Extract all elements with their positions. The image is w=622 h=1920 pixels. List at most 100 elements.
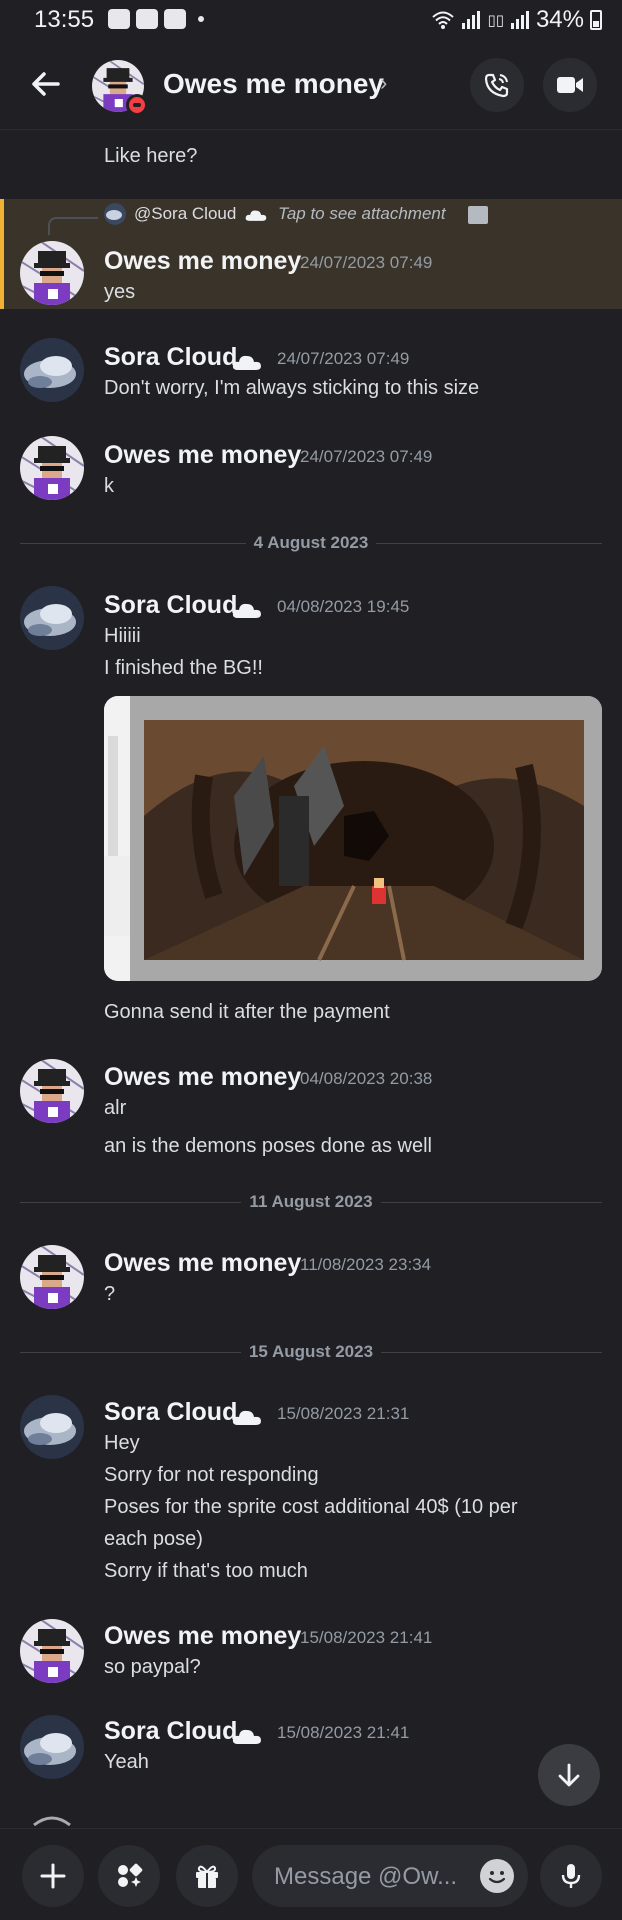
- status-right: ▯▯ 34%: [431, 6, 602, 34]
- user-avatar-icon: [20, 1715, 84, 1779]
- message-timestamp: 04/08/2023 20:38: [300, 1069, 433, 1088]
- user-avatar-icon: [20, 241, 84, 305]
- message-timestamp: 15/08/2023 21:31: [277, 1404, 410, 1423]
- gallery-icon: [108, 9, 130, 29]
- message-text: yes: [104, 281, 136, 303]
- cloud-icon: [232, 1729, 261, 1744]
- plus-icon: [40, 1863, 66, 1889]
- phone-call-icon: [484, 73, 509, 98]
- message-text: alr: [104, 1097, 127, 1119]
- gift-button[interactable]: [176, 1845, 238, 1907]
- reply-author[interactable]: @Sora Cloud: [134, 204, 236, 224]
- message-author[interactable]: Sora Cloud: [104, 1398, 237, 1427]
- message-author[interactable]: Owes me money: [104, 1622, 301, 1651]
- date-divider-label: 11 August 2023: [241, 1192, 381, 1211]
- youtube-icon: [164, 9, 186, 29]
- message-timestamp: 24/07/2023 07:49: [300, 253, 433, 272]
- message-text: I finished the BG!!: [104, 657, 263, 679]
- avatar[interactable]: [20, 1715, 84, 1779]
- apps-button[interactable]: [98, 1845, 160, 1907]
- avatar[interactable]: [20, 338, 84, 402]
- message-timestamp: 11/08/2023 23:34: [300, 1255, 432, 1274]
- message-text: Sorry for not responding: [104, 1464, 319, 1486]
- reply-avatar: [104, 203, 126, 225]
- message-text: Sorry if that's too much: [104, 1560, 308, 1582]
- message-list[interactable]: Like here? @Sora Cloud Tap to see attach…: [0, 131, 622, 1828]
- youtube-icon: [136, 9, 158, 29]
- message-timestamp: 24/07/2023 07:49: [300, 447, 433, 466]
- reply-preview[interactable]: Tap to see attachment: [278, 204, 446, 224]
- image-preview: [104, 696, 602, 981]
- signal-icon: [510, 11, 529, 29]
- user-avatar-icon: [20, 1395, 84, 1459]
- apps-icon: [118, 1863, 143, 1887]
- cloud-icon: [232, 603, 261, 618]
- message-text: k: [104, 475, 114, 497]
- user-avatar-icon: [20, 1059, 84, 1123]
- notification-icons: [108, 9, 204, 29]
- message-author[interactable]: Sora Cloud: [104, 1717, 237, 1746]
- voice-message-button[interactable]: [540, 1845, 602, 1907]
- avatar[interactable]: [20, 436, 84, 500]
- add-button[interactable]: [22, 1845, 84, 1907]
- date-divider-label: 15 August 2023: [240, 1342, 382, 1361]
- cloud-icon: [245, 210, 267, 221]
- message-text: Poses for the sprite cost additional 40$…: [104, 1496, 518, 1518]
- video-camera-icon: [557, 77, 583, 93]
- message-input[interactable]: Message @Ow...: [252, 1845, 528, 1907]
- message-text: ?: [104, 1283, 116, 1305]
- avatar[interactable]: [20, 586, 84, 650]
- message-input-placeholder: Message @Ow...: [274, 1863, 458, 1890]
- message-text: Hiiiii: [104, 625, 141, 647]
- arrow-down-icon: [558, 1763, 580, 1787]
- chat-header: Owes me money ›: [0, 40, 622, 130]
- microphone-icon: [561, 1864, 581, 1888]
- message-author[interactable]: Sora Cloud: [104, 343, 237, 372]
- message-text: an is the demons poses done as well: [104, 1135, 432, 1157]
- jump-to-latest-button[interactable]: [538, 1744, 600, 1806]
- avatar[interactable]: [20, 1059, 84, 1123]
- battery-percent: 34%: [535, 6, 584, 33]
- message-timestamp: 04/08/2023 19:45: [277, 597, 410, 616]
- message-composer: Message @Ow...: [0, 1828, 622, 1920]
- date-divider: 4 August 2023: [20, 533, 602, 553]
- volte-icon: ▯▯: [487, 12, 504, 29]
- image-attachment[interactable]: [104, 696, 602, 981]
- voice-call-button[interactable]: [470, 58, 524, 112]
- chevron-right-icon[interactable]: ›: [380, 70, 387, 96]
- message-text: Don't worry, I'm always sticking to this…: [104, 377, 480, 399]
- avatar[interactable]: [20, 1245, 84, 1309]
- video-call-button[interactable]: [543, 58, 597, 112]
- message-author[interactable]: Owes me money: [104, 247, 301, 276]
- user-avatar-icon: [104, 203, 126, 225]
- date-divider: 11 August 2023: [20, 1192, 602, 1212]
- cloud-icon: [232, 1410, 261, 1425]
- battery-icon: [590, 10, 602, 30]
- page-title[interactable]: Owes me money: [163, 68, 384, 100]
- avatar[interactable]: [20, 241, 84, 305]
- gift-icon: [196, 1865, 218, 1888]
- status-bar: 13:55 ▯▯ 34%: [0, 0, 622, 40]
- avatar[interactable]: [20, 1395, 84, 1459]
- date-divider: 15 August 2023: [20, 1342, 602, 1362]
- signal-icon: [462, 11, 481, 29]
- emoji-button[interactable]: [480, 1859, 514, 1893]
- message-author[interactable]: Sora Cloud: [104, 591, 237, 620]
- message-text: Hey: [104, 1432, 140, 1454]
- user-avatar-icon: [20, 338, 84, 402]
- avatar: [33, 1816, 71, 1827]
- message-author[interactable]: Owes me money: [104, 1249, 301, 1278]
- message-text: each pose): [104, 1528, 203, 1550]
- user-avatar-icon: [20, 1619, 84, 1683]
- avatar[interactable]: [20, 1619, 84, 1683]
- arrow-left-icon: [32, 72, 60, 96]
- image-icon: [468, 206, 488, 224]
- message-text: Yeah: [104, 1751, 149, 1773]
- message-author[interactable]: Owes me money: [104, 441, 301, 470]
- back-button[interactable]: [24, 62, 68, 106]
- smiley-icon: [488, 1871, 506, 1884]
- more-notifications-icon: [198, 16, 204, 22]
- message-text: so paypal?: [104, 1656, 201, 1678]
- user-avatar-icon: [20, 586, 84, 650]
- message-author[interactable]: Owes me money: [104, 1063, 301, 1092]
